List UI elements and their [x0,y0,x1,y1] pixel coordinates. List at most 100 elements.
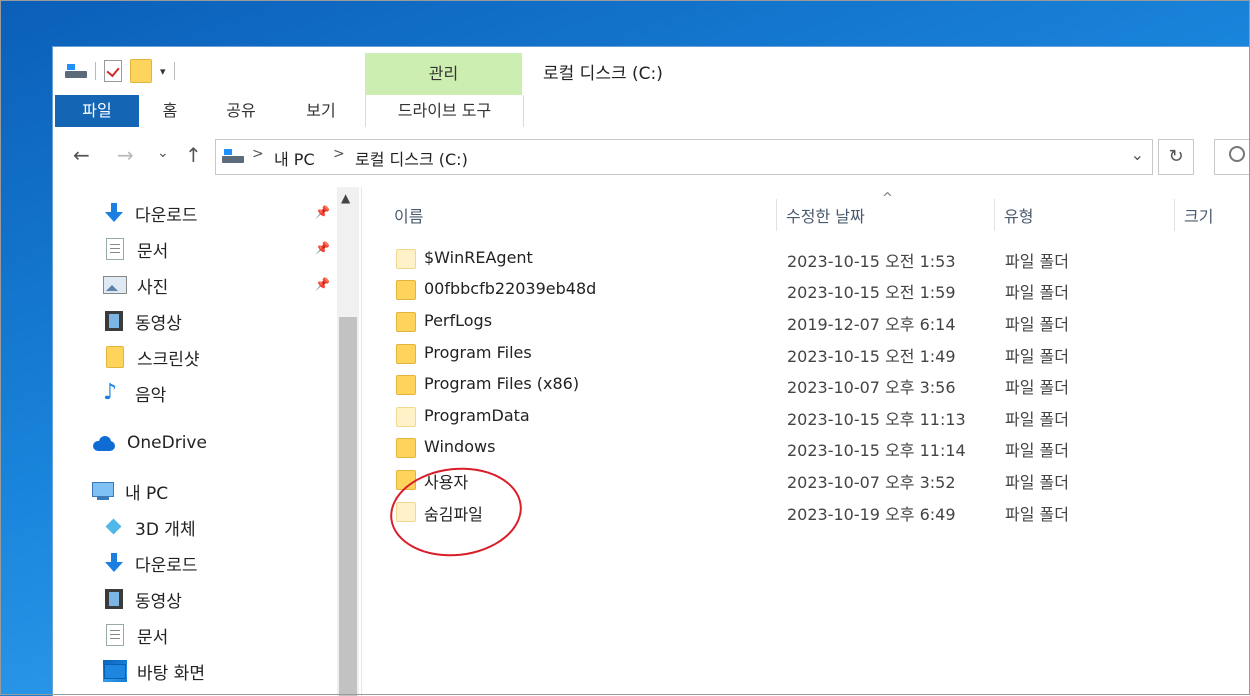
nav-item-this-pc[interactable]: 내 PC [91,477,168,505]
tab-view[interactable]: 보기 [293,95,349,127]
file-date: 2023-10-15 오후 11:13 [787,410,966,429]
breadcrumb-separator[interactable]: > [252,146,264,162]
file-date: 2023-10-19 오후 6:49 [787,505,956,524]
file-row[interactable]: PerfLogs 2019-12-07 오후 6:14 파일 폴더 [362,306,1250,337]
hidden-folder-icon [396,249,416,269]
file-name: Program Files [424,343,532,362]
file-name: ProgramData [424,406,530,425]
ribbon-tabs: 파일 홈 공유 보기 드라이브 도구 [53,95,1250,128]
file-type: 파일 폴더 [1005,252,1069,271]
nav-item-music[interactable]: ♪ 음악 [103,379,166,407]
refresh-button[interactable]: ↻ [1158,139,1194,175]
music-icon: ♪ [103,380,118,405]
file-type: 파일 폴더 [1005,473,1069,492]
folder-icon [396,375,416,395]
nav-item-3d-objects[interactable]: 3D 개체 [103,513,196,541]
up-arrow-icon[interactable]: ↑ [185,143,202,167]
file-type: 파일 폴더 [1005,441,1069,460]
nav-item-label: 문서 [137,241,169,262]
video-icon [105,311,123,331]
nav-item-label: 스크린샷 [137,349,200,370]
customize-toolbar-chevron-icon[interactable]: ▾ [160,65,166,78]
nav-item-label: 3D 개체 [135,519,196,540]
file-name: PerfLogs [424,311,493,330]
navigation-pane: 다운로드 📌 문서 📌 사진 📌 동영상 스크린샷 ♪ 음악 OneDrive 내… [53,187,361,696]
scrollbar-thumb[interactable] [339,317,357,696]
onedrive-cloud-icon [91,432,117,454]
nav-item-pc-downloads[interactable]: 다운로드 [103,549,198,577]
file-name: Windows [424,437,496,456]
nav-item-pc-videos[interactable]: 동영상 [103,585,182,613]
file-row[interactable]: Windows 2023-10-15 오후 11:14 파일 폴더 [362,432,1250,463]
file-date: 2019-12-07 오후 6:14 [787,315,956,334]
file-row[interactable]: Program Files 2023-10-15 오전 1:49 파일 폴더 [362,338,1250,369]
file-name: 00fbbcfb22039eb48d [424,279,597,298]
file-row[interactable]: $WinREAgent 2023-10-15 오전 1:53 파일 폴더 [362,243,1250,274]
nav-item-pc-documents[interactable]: 문서 [103,621,168,649]
file-row[interactable]: Program Files (x86) 2023-10-07 오후 3:56 파일 … [362,369,1250,400]
column-header-date-modified[interactable]: 수정한 날짜 [786,203,865,227]
search-box[interactable] [1214,139,1250,175]
tab-home[interactable]: 홈 [148,95,192,127]
file-date: 2023-10-15 오전 1:53 [787,252,956,271]
file-type: 파일 폴더 [1005,347,1069,366]
column-separator[interactable] [994,199,995,231]
manage-context-tab[interactable]: 관리 [365,53,522,95]
nav-item-desktop[interactable]: 바탕 화면 [103,657,205,685]
nav-item-label: 음악 [135,385,167,406]
file-name: $WinREAgent [424,248,533,267]
folder-icon [396,280,416,300]
nav-item-label: 내 PC [125,483,169,504]
breadcrumb-separator[interactable]: > [333,146,345,162]
back-arrow-icon[interactable]: ← [73,143,90,167]
pin-icon[interactable]: 📌 [315,241,330,255]
nav-item-label: 문서 [137,627,169,648]
nav-item-pictures[interactable]: 사진 [103,271,168,299]
address-dropdown-chevron-icon[interactable]: ⌄ [1131,145,1144,164]
pin-icon[interactable]: 📌 [315,277,330,291]
column-separator[interactable] [776,199,777,231]
pin-icon[interactable]: 📌 [315,205,330,219]
breadcrumb-local-disk[interactable]: 로컬 디스크 (C:) [355,146,468,170]
sort-ascending-icon: ^ [882,191,893,206]
nav-item-documents[interactable]: 문서 [103,235,168,263]
tab-drive-tools[interactable]: 드라이브 도구 [365,95,524,127]
column-separator[interactable] [1174,199,1175,231]
nav-item-label: 다운로드 [135,205,198,226]
folder-icon [396,344,416,364]
file-type: 파일 폴더 [1005,315,1069,334]
nav-item-onedrive[interactable]: OneDrive [91,429,207,457]
file-row[interactable]: ProgramData 2023-10-15 오후 11:13 파일 폴더 [362,401,1250,432]
tab-file[interactable]: 파일 [55,95,139,127]
toolbar-separator [95,62,96,80]
breadcrumb-this-pc[interactable]: 내 PC [274,146,315,170]
column-header-name[interactable]: 이름 [394,203,423,227]
file-row[interactable]: 00fbbcfb22039eb48d 2023-10-15 오전 1:59 파일 폴… [362,274,1250,305]
column-header-size[interactable]: 크기 [1184,203,1213,227]
document-icon [106,238,124,260]
nav-item-label: 사진 [137,277,169,298]
nav-pane-scrollbar[interactable]: ▲ [337,187,359,696]
drive-icon[interactable] [65,63,87,79]
nav-item-screenshots[interactable]: 스크린샷 [103,343,200,371]
address-bar[interactable]: > 내 PC > 로컬 디스크 (C:) ⌄ [215,139,1153,175]
column-header-type[interactable]: 유형 [1004,203,1033,227]
drive-icon [222,148,244,164]
title-bar: ▾ 관리 로컬 디스크 (C:) [53,47,1250,95]
tab-share[interactable]: 공유 [213,95,269,127]
scroll-up-arrow-icon[interactable]: ▲ [341,191,350,205]
new-folder-icon[interactable] [130,59,152,83]
nav-item-downloads[interactable]: 다운로드 [103,199,198,227]
video-icon [105,589,123,609]
folder-icon [396,312,416,332]
navigation-bar: ← → ⌄ ↑ > 내 PC > 로컬 디스크 (C:) ⌄ ↻ [53,127,1250,187]
forward-arrow-icon[interactable]: → [117,143,134,167]
recent-locations-chevron-icon[interactable]: ⌄ [157,145,169,161]
properties-icon[interactable] [104,60,122,82]
download-icon [103,552,125,574]
hidden-folder-icon [396,407,416,427]
file-date: 2023-10-07 오후 3:52 [787,473,956,492]
nav-item-videos[interactable]: 동영상 [103,307,182,335]
window-title: 로컬 디스크 (C:) [543,64,663,84]
file-list-header: ^ 이름 수정한 날짜 유형 크기 [362,187,1250,237]
